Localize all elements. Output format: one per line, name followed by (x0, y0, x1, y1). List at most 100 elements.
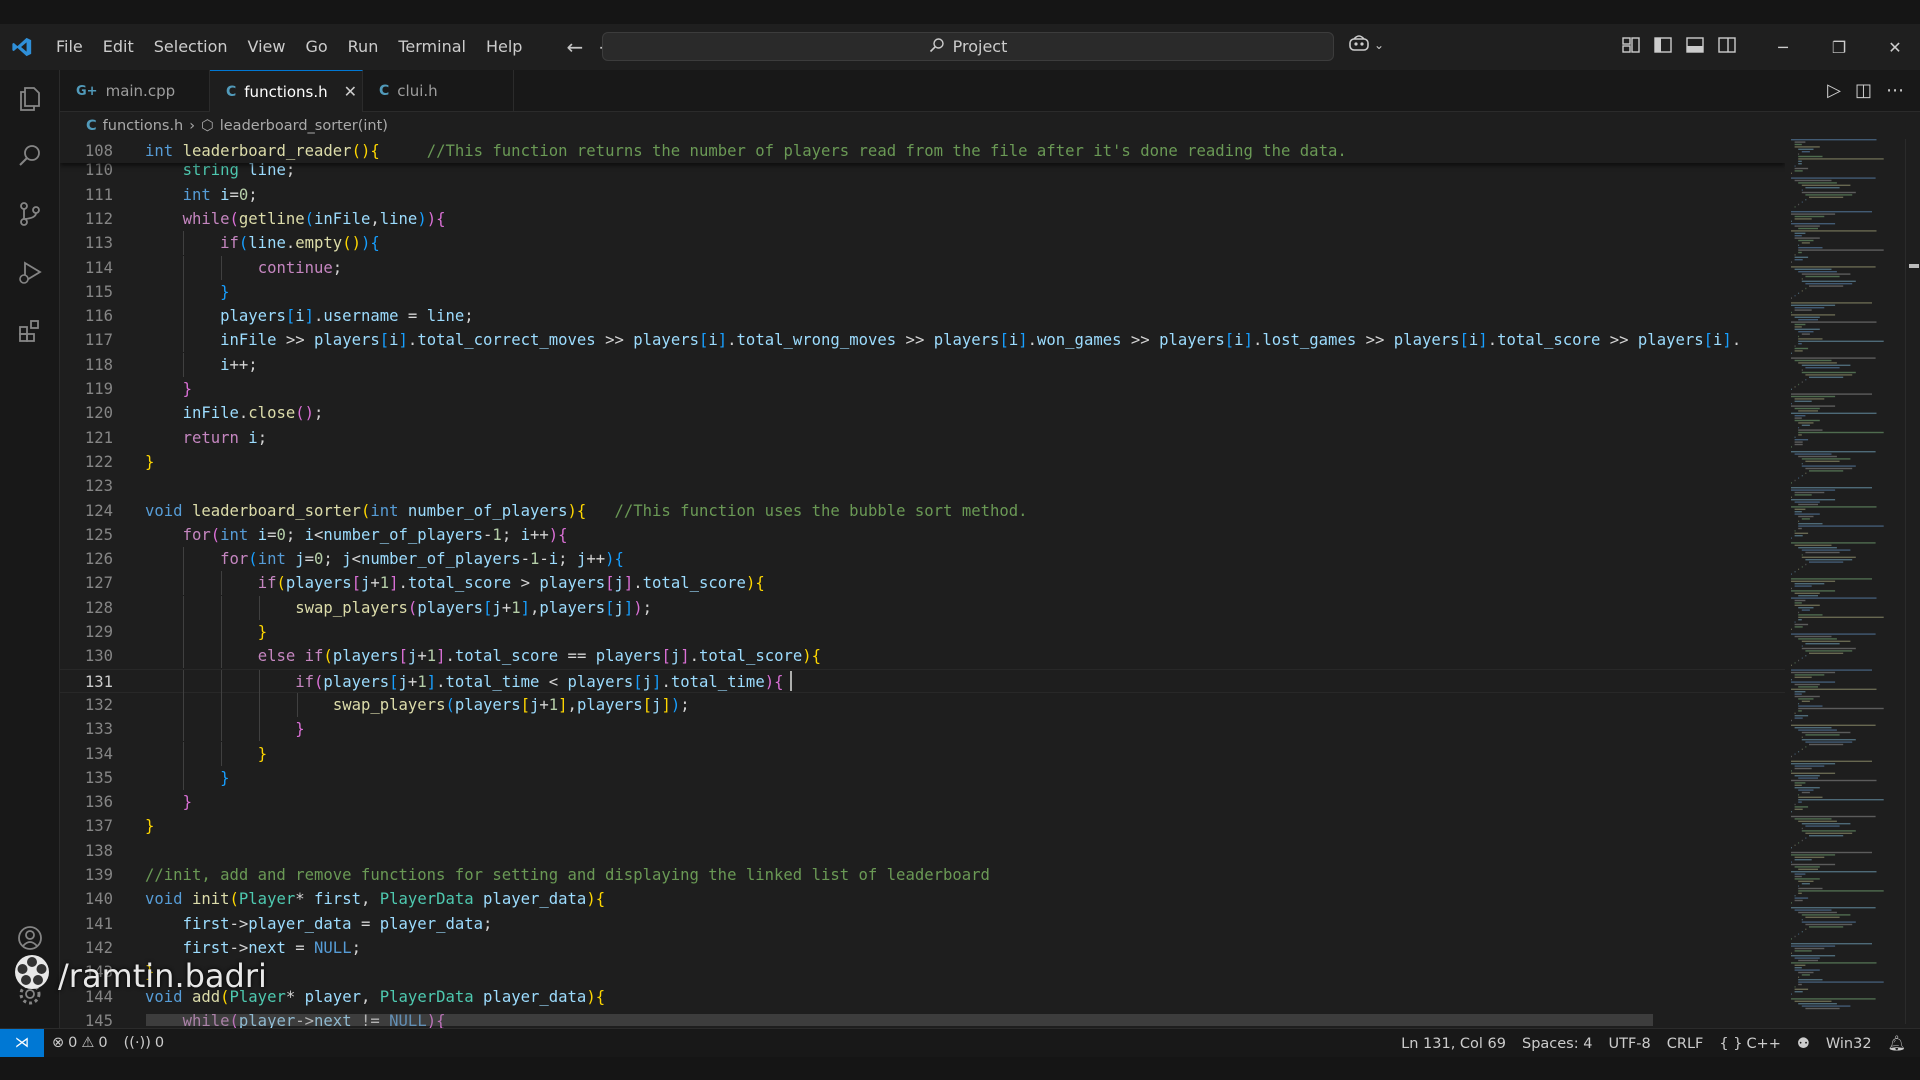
run-debug-icon[interactable] (12, 254, 48, 290)
minimap-line (1805, 832, 1853, 834)
code-line[interactable]: 142 first->next = NULL; (60, 936, 1785, 960)
code-line[interactable]: 125 for(int i=0; i<number_of_players-1; … (60, 523, 1785, 547)
language-mode[interactable]: { } C++ (1711, 1029, 1789, 1058)
cursor-position[interactable]: Ln 131, Col 69 (1393, 1029, 1514, 1058)
minimap-line (1794, 256, 1809, 258)
code-editor[interactable]: 108 int leaderboard_reader(){ //This func… (60, 139, 1785, 1029)
close-tab-icon[interactable]: ✕ (344, 82, 357, 101)
tab-clui-h[interactable]: C clui.h (363, 70, 514, 112)
code-line[interactable]: 115 } (60, 280, 1785, 304)
tab-main-cpp[interactable]: G+ main.cpp (60, 70, 210, 112)
code-line[interactable]: 144 void add(Player* player, PlayerData p… (60, 985, 1785, 1009)
line-number: 145 (84, 1012, 113, 1029)
close-window-icon[interactable]: ✕ (1867, 24, 1920, 70)
minimap-line (1801, 830, 1856, 832)
code-line[interactable]: 135 } (60, 766, 1785, 790)
code-line[interactable]: 138 (60, 839, 1785, 863)
copilot-menu[interactable]: ⌄ (1348, 34, 1384, 56)
code-line[interactable]: 130 else if(players[j+1].total_score == … (60, 644, 1785, 668)
code-line[interactable]: 121 return i; (60, 426, 1785, 450)
indentation[interactable]: Spaces: 4 (1514, 1029, 1600, 1058)
code-line[interactable]: 113 if(line.empty()){ (60, 231, 1785, 255)
minimap-line (1794, 991, 1803, 993)
code-line[interactable]: 119 } (60, 377, 1785, 401)
code-line[interactable]: 128 swap_players(players[j+1],players[j]… (60, 596, 1785, 620)
notifications-bell-icon[interactable]: 🔔︎ (1880, 1029, 1920, 1058)
code-line[interactable]: 111 int i=0; (60, 183, 1785, 207)
cpp-configuration[interactable]: Win32 (1818, 1029, 1880, 1058)
tab-functions-h[interactable]: C functions.h ✕ (210, 70, 363, 112)
menu-terminal[interactable]: Terminal (388, 24, 476, 70)
toggle-secondary-sidebar-icon[interactable] (1718, 36, 1738, 56)
search-sidebar-icon[interactable] (12, 138, 48, 174)
remote-indicator-icon[interactable]: ⋊ (0, 1028, 44, 1058)
menu-go[interactable]: Go (295, 24, 337, 70)
minimap-line (1798, 659, 1800, 662)
minimize-icon[interactable]: ─ (1755, 24, 1811, 70)
end-of-line[interactable]: CRLF (1659, 1029, 1712, 1058)
copilot-status-icon[interactable]: ⚉ (1789, 1029, 1818, 1058)
code-line[interactable]: 108 int leaderboard_reader(){ //This func… (60, 139, 1785, 163)
code-line[interactable]: 118 i++; (60, 353, 1785, 377)
code-line[interactable]: 120 inFile.close(); (60, 401, 1785, 425)
problems-indicator[interactable]: ⊗ 0 ⚠ 0 (44, 1029, 116, 1058)
menu-selection[interactable]: Selection (144, 24, 238, 70)
menu-help[interactable]: Help (476, 24, 532, 70)
back-arrow-icon[interactable]: ← (566, 35, 583, 59)
code-line[interactable]: 131 if(players[j+1].total_time < players… (60, 669, 1785, 694)
customize-layout-icon[interactable] (1622, 36, 1642, 56)
encoding[interactable]: UTF-8 (1600, 1029, 1658, 1058)
code-line[interactable]: 137} (60, 814, 1785, 838)
menu-file[interactable]: File (46, 24, 93, 70)
code-line[interactable]: 132 swap_players(players[j+1],players[j]… (60, 693, 1785, 717)
code-line[interactable]: 127 if(players[j+1].total_score > player… (60, 571, 1785, 595)
minimap-line (1794, 439, 1809, 441)
more-actions-icon[interactable]: ⋯ (1886, 80, 1904, 101)
menu-edit[interactable]: Edit (93, 24, 144, 70)
code-line[interactable]: 112 while(getline(inFile,line)){ (60, 207, 1785, 231)
run-file-icon[interactable]: ▷ (1827, 80, 1841, 101)
accounts-icon[interactable] (12, 920, 48, 956)
split-editor-icon[interactable]: ◫ (1855, 80, 1872, 101)
line-code: while(getline(inFile,line)){ (182, 210, 446, 228)
minimap-line (1791, 962, 1877, 964)
ports-indicator[interactable]: ((·)) 0 (116, 1029, 172, 1058)
minimap-line (1798, 892, 1802, 894)
menu-run[interactable]: Run (338, 24, 389, 70)
code-line[interactable]: 136 } (60, 790, 1785, 814)
source-control-icon[interactable] (12, 196, 48, 232)
command-center-search[interactable]: Project (602, 32, 1334, 61)
toggle-primary-sidebar-icon[interactable] (1654, 36, 1674, 56)
code-line[interactable]: 123 (60, 474, 1785, 498)
minimap-line (1809, 743, 1844, 746)
toggle-panel-icon[interactable] (1686, 36, 1706, 56)
explorer-icon[interactable] (12, 80, 48, 116)
code-line[interactable]: 117 inFile >> players[i].total_correct_m… (60, 328, 1785, 352)
code-line[interactable]: 124 void leaderboard_sorter(int number_of… (60, 499, 1785, 523)
code-line[interactable]: 134 } (60, 742, 1785, 766)
vertical-scrollbar[interactable] (1905, 139, 1920, 1024)
minimap-line (1798, 796, 1823, 798)
code-line[interactable]: 141 first->player_data = player_data; (60, 912, 1785, 936)
code-line[interactable]: 143} (60, 960, 1785, 984)
code-line[interactable]: 129 } (60, 620, 1785, 644)
code-line[interactable]: 140 void init(Player* first, PlayerData p… (60, 887, 1785, 911)
code-line[interactable]: 133 } (60, 717, 1785, 741)
restore-icon[interactable]: ❐ (1811, 24, 1867, 70)
minimap[interactable] (1785, 139, 1905, 1024)
breadcrumb-file[interactable]: functions.h (103, 118, 184, 134)
breadcrumb-symbol[interactable]: leaderboard_sorter(int) (220, 118, 388, 134)
scrollbar-cursor-marker (1909, 264, 1919, 268)
activity-bar (0, 70, 60, 1028)
minimap-line (1791, 719, 1792, 722)
menu-view[interactable]: View (238, 24, 296, 70)
extensions-icon[interactable] (12, 312, 48, 348)
minimap-line (1805, 837, 1807, 839)
code-line[interactable]: 139 //init, add and remove functions for … (60, 863, 1785, 887)
code-line[interactable]: 122} (60, 450, 1785, 474)
line-number: 130 (84, 647, 113, 665)
code-line[interactable]: 116 players[i].username = line; (60, 304, 1785, 328)
horizontal-scrollbar[interactable] (146, 1014, 1653, 1026)
code-line[interactable]: 114 continue; (60, 256, 1785, 280)
code-line[interactable]: 126 for(int j=0; j<number_of_players-1-i… (60, 547, 1785, 571)
